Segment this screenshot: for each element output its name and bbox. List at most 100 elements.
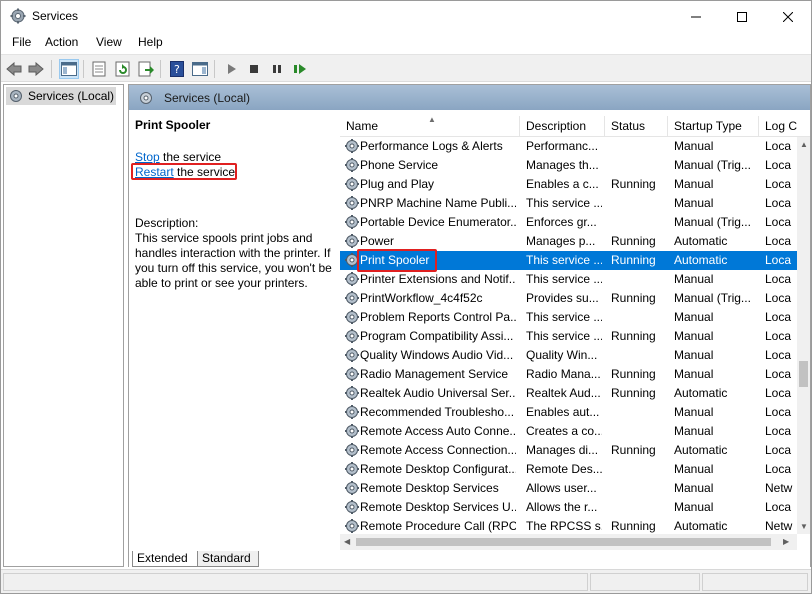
service-row[interactable]: Performance Logs & Alerts Performanc... Ma… bbox=[340, 137, 797, 156]
services-window: Services File Action View Help ? Service… bbox=[0, 0, 812, 594]
cell-status: Running bbox=[611, 386, 656, 400]
cell-name: Remote Desktop Configurat... bbox=[360, 462, 516, 476]
menu-file[interactable]: File bbox=[12, 35, 31, 49]
extended-description-panel: Print Spooler Stop the service Restart t… bbox=[129, 110, 339, 550]
start-service-button[interactable] bbox=[221, 59, 241, 79]
cell-description: Manages p... bbox=[526, 234, 596, 248]
stop-service-link[interactable]: Stop bbox=[135, 150, 160, 164]
maximize-button[interactable] bbox=[719, 1, 765, 32]
horizontal-scrollbar[interactable]: ◀ ▶ bbox=[340, 534, 797, 550]
cell-name: Remote Procedure Call (RPC) bbox=[360, 519, 516, 533]
cell-description: Enables a c... bbox=[526, 177, 599, 191]
services-list: ▲ Name Description Status Startup Type L… bbox=[340, 110, 810, 550]
cell-description: Performanc... bbox=[526, 139, 599, 153]
menu-view[interactable]: View bbox=[96, 35, 122, 49]
service-gear-icon bbox=[344, 518, 360, 534]
pane-title: Services (Local) bbox=[164, 91, 251, 105]
scroll-up-icon[interactable]: ▲ bbox=[800, 140, 808, 149]
refresh-button[interactable] bbox=[113, 59, 133, 79]
cell-startup-type: Manual bbox=[674, 367, 714, 381]
service-row[interactable]: Remote Desktop Configurat... Remote Des..… bbox=[340, 460, 797, 479]
toolbar-separator bbox=[51, 60, 52, 78]
column-header-startup-type[interactable]: Startup Type bbox=[668, 116, 759, 136]
show-hide-console-tree-button[interactable] bbox=[59, 59, 79, 79]
service-row[interactable]: Problem Reports Control Pa... This servic… bbox=[340, 308, 797, 327]
stop-service-button[interactable] bbox=[244, 59, 264, 79]
column-header-name[interactable]: ▲ Name bbox=[340, 115, 520, 136]
cell-description: Creates a co... bbox=[526, 424, 602, 438]
service-row[interactable]: Recommended Troublesho... Enables aut... M… bbox=[340, 403, 797, 422]
view-tabs: Extended Standard bbox=[129, 550, 810, 567]
service-row[interactable]: Radio Management Service Radio Mana... Run… bbox=[340, 365, 797, 384]
horizontal-scroll-thumb[interactable] bbox=[356, 538, 771, 546]
cell-name: Remote Desktop Services bbox=[360, 481, 499, 495]
menu-action[interactable]: Action bbox=[45, 35, 78, 49]
description-label: Description: bbox=[135, 216, 199, 230]
restart-highlight-box bbox=[131, 163, 237, 180]
help-button[interactable]: ? bbox=[167, 59, 187, 79]
service-row[interactable]: Portable Device Enumerator... Enforces gr… bbox=[340, 213, 797, 232]
service-row[interactable]: Remote Access Connection... Manages di...… bbox=[340, 441, 797, 460]
service-gear-icon bbox=[344, 271, 360, 290]
tab-extended[interactable]: Extended bbox=[132, 551, 198, 567]
service-row[interactable]: PNRP Machine Name Publi... This service .… bbox=[340, 194, 797, 213]
cell-startup-type: Automatic bbox=[674, 253, 728, 267]
service-row[interactable]: Remote Access Auto Conne... Creates a co.… bbox=[340, 422, 797, 441]
service-row[interactable]: Printer Extensions and Notif... This serv… bbox=[340, 270, 797, 289]
service-row[interactable]: Remote Desktop Services Allows user... Man… bbox=[340, 479, 797, 498]
column-header-description[interactable]: Description bbox=[520, 116, 605, 136]
vertical-scrollbar[interactable]: ▲ ▼ bbox=[797, 137, 810, 534]
cell-log-on-as: Loca bbox=[765, 310, 792, 324]
menu-help[interactable]: Help bbox=[138, 35, 163, 49]
restart-service-button[interactable] bbox=[290, 59, 310, 79]
cell-startup-type: Manual bbox=[674, 272, 714, 286]
service-row[interactable]: Realtek Audio Universal Ser... Realtek Au… bbox=[340, 384, 797, 403]
cell-status: Running bbox=[611, 443, 656, 457]
cell-name: Program Compatibility Assi... bbox=[360, 329, 514, 343]
vertical-scroll-thumb[interactable] bbox=[799, 361, 808, 387]
cell-status: Running bbox=[611, 253, 656, 267]
cell-startup-type: Automatic bbox=[674, 443, 728, 457]
close-button[interactable] bbox=[765, 1, 811, 32]
tab-standard[interactable]: Standard bbox=[197, 551, 259, 567]
toolbar-separator bbox=[214, 60, 215, 78]
cell-log-on-as: Loca bbox=[765, 215, 792, 229]
properties-button[interactable] bbox=[89, 59, 109, 79]
title-bar[interactable]: Services bbox=[1, 1, 811, 32]
scroll-down-icon[interactable]: ▼ bbox=[800, 522, 808, 531]
service-row[interactable]: PrintWorkflow_4c4f52c Provides su... Runni… bbox=[340, 289, 797, 308]
minimize-button[interactable] bbox=[673, 1, 719, 32]
cell-description: Remote Des... bbox=[526, 462, 602, 476]
forward-button[interactable] bbox=[26, 59, 46, 79]
console-tree: Services (Local) bbox=[3, 84, 124, 567]
scroll-left-icon[interactable]: ◀ bbox=[344, 537, 350, 546]
service-row[interactable]: Plug and Play Enables a c... Running Manual… bbox=[340, 175, 797, 194]
pane-header: Services (Local) bbox=[129, 85, 810, 110]
minimize-icon bbox=[691, 16, 701, 17]
status-bar bbox=[1, 569, 811, 593]
service-row[interactable]: Remote Procedure Call (RPC) The RPCSS s..… bbox=[340, 517, 797, 534]
service-row[interactable]: Phone Service Manages th... Manual (Trig..… bbox=[340, 156, 797, 175]
cell-name: Plug and Play bbox=[360, 177, 435, 191]
service-gear-icon bbox=[344, 214, 360, 233]
tree-item-services-local[interactable]: Services (Local) bbox=[6, 87, 116, 105]
cell-status: Running bbox=[611, 519, 656, 533]
service-row[interactable]: Quality Windows Audio Vid... Quality Win.… bbox=[340, 346, 797, 365]
back-button[interactable] bbox=[4, 59, 24, 79]
column-header-log-on-as[interactable]: Log C bbox=[759, 116, 810, 136]
service-row[interactable]: Program Compatibility Assi... This servic… bbox=[340, 327, 797, 346]
service-row[interactable]: Remote Desktop Services U... Allows the r… bbox=[340, 498, 797, 517]
properties-page-icon bbox=[92, 61, 106, 77]
service-gear-icon bbox=[344, 404, 360, 423]
pause-service-button[interactable] bbox=[267, 59, 287, 79]
cell-status: Running bbox=[611, 177, 656, 191]
cell-log-on-as: Loca bbox=[765, 405, 792, 419]
service-gear-icon bbox=[344, 195, 360, 214]
scroll-right-icon[interactable]: ▶ bbox=[783, 537, 789, 546]
cell-description: Quality Win... bbox=[526, 348, 598, 362]
export-list-button[interactable] bbox=[136, 59, 156, 79]
list-header: ▲ Name Description Status Startup Type L… bbox=[340, 110, 810, 137]
show-hide-action-pane-button[interactable] bbox=[190, 59, 210, 79]
close-icon bbox=[783, 11, 793, 22]
column-header-status[interactable]: Status bbox=[605, 116, 668, 136]
